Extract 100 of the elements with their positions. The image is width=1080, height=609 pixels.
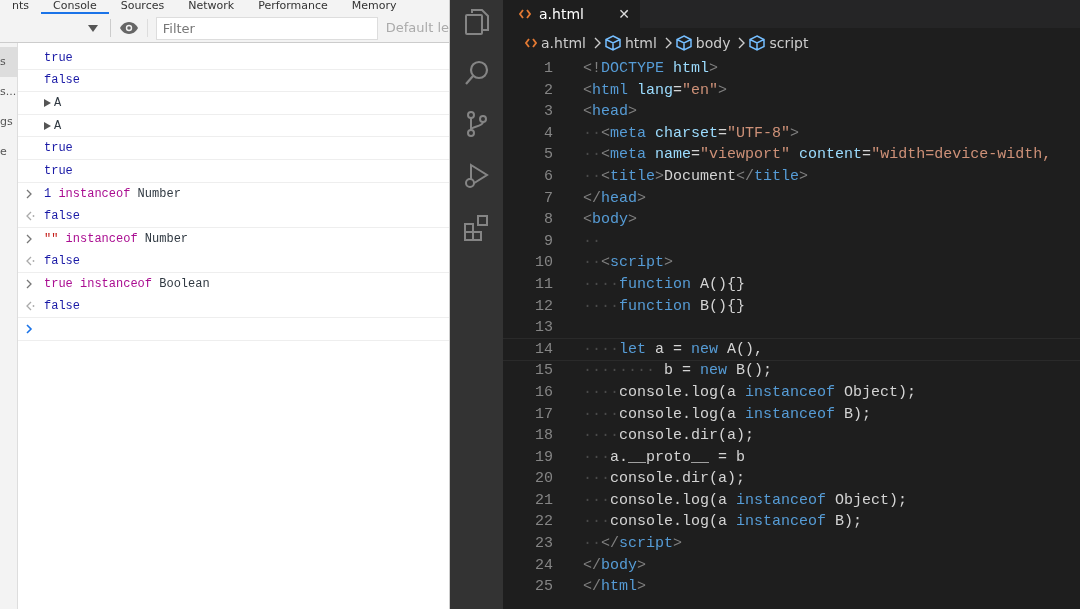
code-line: ········ b = new B(); xyxy=(582,361,773,382)
code-line: <!DOCTYPE html> xyxy=(582,59,719,79)
code-line: ··<title>Document</title> xyxy=(582,166,809,187)
console-value: false xyxy=(44,207,80,225)
result-arrow-icon xyxy=(26,301,35,312)
code-line: ··<script> xyxy=(582,253,674,274)
line-number: 25 xyxy=(534,577,553,598)
breadcrumb-item[interactable]: script xyxy=(769,32,809,54)
console-value: false xyxy=(44,253,80,271)
code-line: </html> xyxy=(582,577,647,598)
tab-title: a.html xyxy=(539,4,584,24)
code-line: ···console.log(a instanceof B); xyxy=(582,512,863,533)
code-line: ·· xyxy=(582,231,601,252)
input-prompt-icon xyxy=(26,188,33,199)
line-number: 15 xyxy=(534,361,553,382)
chevron-icon xyxy=(664,37,672,49)
devtools-tab[interactable]: Network xyxy=(176,0,247,14)
sidebar-item[interactable]: e xyxy=(0,137,18,167)
code-line: ···console.dir(a); xyxy=(582,469,746,490)
code-line: ····console.dir(a); xyxy=(582,426,755,447)
run-debug-icon[interactable] xyxy=(462,162,491,190)
line-number: 22 xyxy=(534,512,553,533)
console-value: false xyxy=(44,72,80,90)
line-number: 10 xyxy=(534,253,553,274)
line-number: 8 xyxy=(543,210,553,231)
code-line: <head> xyxy=(582,102,638,123)
chevron-icon xyxy=(738,37,746,49)
prompt-caret-icon[interactable] xyxy=(26,323,33,334)
code-line: ··<meta charset="UTF-8"> xyxy=(582,123,800,144)
dropdown-caret-icon[interactable] xyxy=(87,24,98,32)
eye-icon[interactable] xyxy=(118,21,139,35)
console-value: true xyxy=(44,162,73,180)
command-text: "" instanceof Number xyxy=(44,231,189,249)
breadcrumb-item[interactable]: body xyxy=(695,32,731,54)
line-number: 20 xyxy=(534,469,553,490)
line-number: 4 xyxy=(543,123,553,144)
close-tab-button[interactable]: ✕ xyxy=(618,3,630,25)
command-text: true instanceof Boolean xyxy=(44,276,210,294)
expand-triangle-icon[interactable] xyxy=(44,121,51,130)
line-number: 18 xyxy=(534,426,553,447)
console-value: false xyxy=(44,298,80,316)
filter-field[interactable]: Filter xyxy=(155,16,378,40)
line-number: 7 xyxy=(543,188,553,209)
devtools-tab[interactable]: Sources xyxy=(108,0,177,14)
line-number: 12 xyxy=(534,296,553,317)
extensions-icon[interactable] xyxy=(462,214,491,242)
editor-tab[interactable]: a.html ✕ xyxy=(503,0,640,28)
sidebar-item[interactable]: s... xyxy=(0,77,18,107)
code-line: ···a.__proto__ = b xyxy=(582,447,746,468)
files-icon[interactable] xyxy=(463,8,490,36)
console-value: true xyxy=(44,140,73,158)
line-number: 1 xyxy=(543,59,553,79)
html-file-icon xyxy=(519,9,531,19)
cube-icon xyxy=(749,35,766,51)
line-number: 17 xyxy=(534,404,553,425)
line-number: 2 xyxy=(543,80,553,101)
line-number: 9 xyxy=(543,231,553,252)
input-prompt-icon xyxy=(26,279,33,290)
source-control-icon[interactable] xyxy=(464,110,489,138)
devtools-tab[interactable]: nts xyxy=(0,0,41,14)
sidebar-item[interactable]: gs xyxy=(0,107,18,137)
code-line: ··</script> xyxy=(582,534,683,555)
line-number: 11 xyxy=(534,274,553,295)
code-line: </body> xyxy=(582,555,647,576)
code-line: ····console.log(a instanceof B); xyxy=(582,404,872,425)
breadcrumb-item[interactable]: a.html xyxy=(541,32,586,54)
code-line: <body> xyxy=(582,210,638,231)
line-number: 24 xyxy=(534,555,553,576)
object-entry[interactable]: A xyxy=(54,94,62,112)
code-line: ····let a = new A(), xyxy=(582,339,764,360)
line-number: 13 xyxy=(534,318,553,339)
code-line: </head> xyxy=(582,188,647,209)
expand-triangle-icon[interactable] xyxy=(44,99,51,107)
line-number: 3 xyxy=(543,102,553,123)
console-value: true xyxy=(44,49,73,67)
line-number: 14 xyxy=(534,339,553,360)
code-line: ···console.log(a instanceof Object); xyxy=(582,490,908,511)
code-line: ····function A(){} xyxy=(582,274,746,295)
devtools-tab[interactable]: Memory xyxy=(339,0,409,14)
command-text: 1 instanceof Number xyxy=(44,185,181,203)
line-number: 21 xyxy=(534,490,553,511)
chevron-icon xyxy=(593,37,601,49)
devtools-tab[interactable]: Performance xyxy=(246,0,340,14)
line-number: 6 xyxy=(543,166,553,187)
input-prompt-icon xyxy=(26,234,33,245)
cube-icon xyxy=(604,35,621,51)
code-line: ····function B(){} xyxy=(582,296,746,317)
object-entry[interactable]: A xyxy=(54,116,62,135)
code-line: ··<meta name="viewport" content="width=device-width, xyxy=(582,145,1052,166)
sidebar-item[interactable]: s xyxy=(0,47,18,77)
code-line: <html lang="en"> xyxy=(582,80,728,101)
search-icon[interactable] xyxy=(463,60,490,86)
html-file-icon xyxy=(525,38,537,48)
line-number: 23 xyxy=(534,534,553,555)
line-number: 5 xyxy=(543,145,553,166)
line-number: 16 xyxy=(534,382,553,403)
line-number: 19 xyxy=(534,447,553,468)
result-arrow-icon xyxy=(26,210,35,221)
code-line: ····console.log(a instanceof Object); xyxy=(582,382,917,403)
breadcrumb-item[interactable]: html xyxy=(624,32,657,54)
